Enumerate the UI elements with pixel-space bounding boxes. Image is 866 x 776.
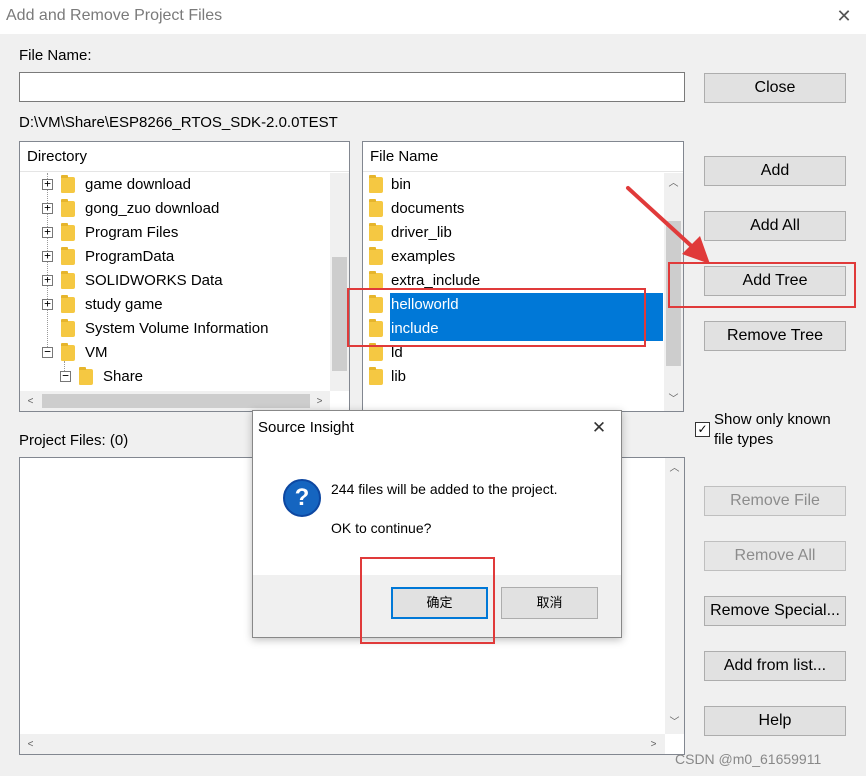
dialog-close-button[interactable]: ✕ (587, 416, 611, 440)
file-item-label: lib (391, 368, 407, 385)
annotation-box-add-tree (668, 262, 856, 308)
project-files-vscrollbar[interactable]: ︿ ﹀ (665, 458, 684, 734)
scroll-left-icon[interactable]: < (22, 736, 39, 753)
directory-item[interactable]: + study game (40, 293, 330, 317)
file-item[interactable]: driver_lib (363, 221, 663, 245)
help-button[interactable]: Help (704, 706, 846, 736)
file-name-input[interactable] (19, 72, 685, 102)
directory-item[interactable]: + game download (40, 173, 330, 197)
file-item[interactable]: examples (363, 245, 663, 269)
folder-icon (369, 271, 383, 289)
current-path: D:\VM\Share\ESP8266_RTOS_SDK-2.0.0TEST (19, 114, 338, 131)
question-icon: ? (283, 479, 321, 517)
directory-item[interactable]: + SOLIDWORKS Data (40, 269, 330, 293)
directory-item-label: ProgramData (85, 248, 175, 265)
project-files-label: Project Files: (0) (19, 432, 129, 449)
scroll-down-icon[interactable]: ﹀ (666, 714, 683, 731)
cancel-button[interactable]: 取消 (501, 587, 598, 619)
directory-item-label: SOLIDWORKS Data (85, 272, 223, 289)
directory-item-label: game download (85, 176, 191, 193)
directory-item[interactable]: + gong_zuo download (40, 197, 330, 221)
file-item-label: examples (391, 248, 456, 265)
window-title: Add and Remove Project Files (6, 7, 223, 24)
expand-icon[interactable]: + (42, 274, 53, 286)
close-button[interactable]: Close (704, 73, 846, 103)
directory-item[interactable]: + ProgramData (40, 245, 330, 269)
collapse-icon[interactable]: − (60, 370, 71, 382)
expand-icon[interactable]: + (42, 226, 53, 238)
annotation-arrow-icon (626, 186, 710, 264)
file-name-label: File Name: (19, 47, 92, 64)
scroll-right-icon[interactable]: > (645, 736, 662, 753)
expand-icon[interactable]: + (42, 178, 53, 190)
collapse-icon[interactable]: − (42, 346, 53, 358)
directory-item-label: VM (85, 344, 108, 361)
remove-special-button[interactable]: Remove Special... (704, 596, 846, 626)
folder-icon (61, 271, 75, 289)
file-item-label: bin (391, 176, 412, 193)
file-item[interactable]: documents (363, 197, 663, 221)
show-known-label-line1: Show only known (714, 411, 831, 428)
folder-icon (79, 367, 93, 385)
expand-icon[interactable]: + (42, 250, 53, 262)
folder-icon (369, 199, 383, 217)
add-from-list-button[interactable]: Add from list... (704, 651, 846, 681)
dialog-title: Source Insight (258, 419, 354, 436)
watermark: CSDN @m0_61659911 (675, 751, 822, 767)
folder-icon (369, 223, 383, 241)
scroll-down-icon[interactable]: ﹀ (665, 391, 682, 408)
file-item[interactable]: bin (363, 173, 663, 197)
directory-item-label: gong_zuo download (85, 200, 220, 217)
file-list-header[interactable]: File Name (363, 142, 683, 172)
directory-item-label: System Volume Information (85, 320, 269, 337)
file-item-label: documents (391, 200, 465, 217)
folder-icon (61, 343, 75, 361)
folder-icon (61, 199, 75, 217)
add-button[interactable]: Add (704, 156, 846, 186)
directory-vscrollbar[interactable] (330, 173, 349, 391)
directory-item[interactable]: System Volume Information (40, 317, 330, 341)
scroll-thumb[interactable] (42, 394, 310, 408)
file-item-label: driver_lib (391, 224, 452, 241)
file-item[interactable]: lib (363, 365, 663, 389)
directory-item[interactable]: + Program Files (40, 221, 330, 245)
expand-icon[interactable]: + (42, 298, 53, 310)
folder-icon (61, 295, 75, 313)
scroll-thumb[interactable] (332, 257, 347, 371)
remove-tree-button[interactable]: Remove Tree (704, 321, 846, 351)
annotation-box-selection (347, 288, 646, 347)
scroll-left-icon[interactable]: < (22, 393, 39, 410)
folder-icon (61, 247, 75, 265)
directory-header[interactable]: Directory (20, 142, 349, 172)
project-files-hscrollbar[interactable]: < > (20, 734, 665, 754)
dialog-question: OK to continue? (331, 520, 432, 536)
folder-icon (369, 343, 383, 361)
folder-icon (369, 367, 383, 385)
directory-item[interactable]: − Share (58, 365, 330, 389)
directory-item[interactable]: − VM (40, 341, 330, 365)
folder-icon (369, 247, 383, 265)
scroll-up-icon[interactable]: ︿ (666, 460, 683, 477)
directory-item-label: study game (85, 296, 163, 313)
show-known-label-line2: file types (714, 431, 774, 448)
directory-list[interactable]: Directory + game download + gong_zuo dow… (19, 141, 350, 412)
folder-icon (61, 223, 75, 241)
scroll-right-icon[interactable]: > (311, 393, 328, 410)
expand-icon[interactable]: + (42, 202, 53, 214)
folder-icon (369, 175, 383, 193)
remove-all-button[interactable]: Remove All (704, 541, 846, 571)
window-close-button[interactable]: ✕ (832, 4, 856, 28)
folder-icon (61, 319, 75, 337)
dialog-message: 244 files will be added to the project. (331, 481, 558, 497)
directory-hscrollbar[interactable]: < > (20, 391, 330, 411)
folder-icon (61, 175, 75, 193)
show-known-checkbox[interactable]: ✓ (695, 422, 710, 437)
add-all-button[interactable]: Add All (704, 211, 846, 241)
annotation-box-ok (360, 557, 495, 644)
directory-item-label: Program Files (85, 224, 179, 241)
remove-file-button[interactable]: Remove File (704, 486, 846, 516)
directory-item-label: Share (103, 368, 144, 385)
